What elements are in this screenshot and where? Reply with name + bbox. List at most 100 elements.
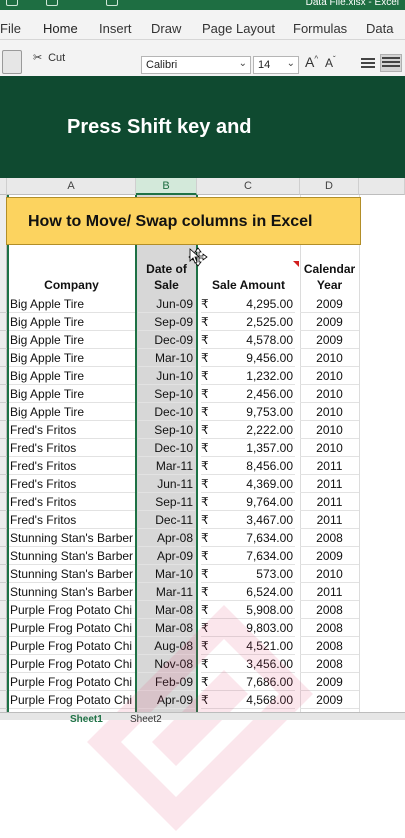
align-middle-icon[interactable] bbox=[380, 54, 402, 72]
cell-amount[interactable]: 4,295.00 bbox=[215, 295, 295, 313]
cell-currency[interactable]: ₹ bbox=[201, 475, 215, 493]
cell-company[interactable]: Big Apple Tire bbox=[9, 403, 135, 421]
font-size-select[interactable]: 14 ⌄ bbox=[253, 56, 299, 74]
cell-currency[interactable]: ₹ bbox=[201, 385, 215, 403]
cell-amount[interactable]: 3,467.00 bbox=[215, 511, 295, 529]
increase-font-size-icon[interactable]: A^ bbox=[305, 54, 318, 70]
tab-page-layout[interactable]: Page Layout bbox=[202, 21, 275, 36]
column-header-a[interactable]: A bbox=[7, 178, 136, 195]
row-header[interactable] bbox=[0, 457, 7, 475]
autosave-icon[interactable] bbox=[6, 0, 18, 6]
row-header[interactable] bbox=[0, 403, 7, 421]
cell-amount[interactable]: 7,634.00 bbox=[215, 529, 295, 547]
column-header-e[interactable] bbox=[359, 178, 405, 195]
cell-amount[interactable]: 2,525.00 bbox=[215, 313, 295, 331]
cell-year[interactable]: 2010 bbox=[300, 565, 359, 583]
cell-company[interactable]: Fred's Fritos bbox=[9, 475, 135, 493]
row-header[interactable] bbox=[0, 637, 7, 655]
column-header-d[interactable]: D bbox=[300, 178, 359, 195]
cell-year[interactable]: 2011 bbox=[300, 457, 359, 475]
cell-year[interactable]: 2011 bbox=[300, 493, 359, 511]
cell-amount[interactable]: 1,232.00 bbox=[215, 367, 295, 385]
cell-currency[interactable]: ₹ bbox=[201, 439, 215, 457]
cell-year[interactable]: 2010 bbox=[300, 349, 359, 367]
row-header[interactable] bbox=[0, 385, 7, 403]
cell-company[interactable]: Big Apple Tire bbox=[9, 367, 135, 385]
cell-year[interactable]: 2009 bbox=[300, 295, 359, 313]
cell-company[interactable]: Big Apple Tire bbox=[9, 295, 135, 313]
row-header[interactable] bbox=[0, 493, 7, 511]
row-header[interactable] bbox=[0, 475, 7, 493]
save-icon[interactable] bbox=[106, 0, 118, 6]
select-all-corner[interactable] bbox=[0, 178, 7, 195]
tab-insert[interactable]: Insert bbox=[99, 21, 132, 36]
paste-icon[interactable] bbox=[2, 50, 22, 74]
row-header[interactable] bbox=[0, 313, 7, 331]
row-header[interactable] bbox=[0, 619, 7, 637]
cell-currency[interactable]: ₹ bbox=[201, 403, 215, 421]
tab-home[interactable]: Home bbox=[43, 21, 78, 44]
cell-year[interactable]: 2009 bbox=[300, 331, 359, 349]
row-header[interactable] bbox=[0, 655, 7, 673]
tab-data[interactable]: Data bbox=[366, 21, 393, 36]
cell-amount[interactable]: 8,456.00 bbox=[215, 457, 295, 475]
column-header-c[interactable]: C bbox=[197, 178, 300, 195]
row-header[interactable] bbox=[0, 367, 7, 385]
cell-company[interactable]: Big Apple Tire bbox=[9, 349, 135, 367]
cell-amount[interactable]: 4,578.00 bbox=[215, 331, 295, 349]
cell-amount[interactable]: 9,753.00 bbox=[215, 403, 295, 421]
cell-amount[interactable]: 4,369.00 bbox=[215, 475, 295, 493]
cell-currency[interactable]: ₹ bbox=[201, 457, 215, 475]
cell-year[interactable]: 2011 bbox=[300, 475, 359, 493]
comment-indicator-icon[interactable] bbox=[293, 261, 299, 267]
header-year-line2[interactable]: Year bbox=[300, 277, 359, 293]
cut-button[interactable]: ✂ Cut bbox=[33, 51, 65, 64]
cell-year[interactable]: 2010 bbox=[300, 403, 359, 421]
row-header[interactable] bbox=[0, 529, 7, 547]
row-header[interactable] bbox=[0, 331, 7, 349]
cell-company[interactable]: Fred's Fritos bbox=[9, 457, 135, 475]
cell-year[interactable]: 2009 bbox=[300, 547, 359, 565]
row-header[interactable] bbox=[0, 601, 7, 619]
cell-currency[interactable]: ₹ bbox=[201, 349, 215, 367]
tab-formulas[interactable]: Formulas bbox=[293, 21, 347, 36]
cell-company[interactable]: Fred's Fritos bbox=[9, 421, 135, 439]
cell-amount[interactable]: 7,634.00 bbox=[215, 547, 295, 565]
cell-currency[interactable]: ₹ bbox=[201, 367, 215, 385]
row-header[interactable] bbox=[0, 583, 7, 601]
tab-draw[interactable]: Draw bbox=[151, 21, 181, 36]
cell-currency[interactable]: ₹ bbox=[201, 529, 215, 547]
cell-currency[interactable]: ₹ bbox=[201, 493, 215, 511]
cell-year[interactable]: 2009 bbox=[300, 313, 359, 331]
cell-company[interactable]: Fred's Fritos bbox=[9, 439, 135, 457]
cell-company[interactable]: Fred's Fritos bbox=[9, 511, 135, 529]
cell-amount[interactable]: 2,456.00 bbox=[215, 385, 295, 403]
cell-year[interactable]: 2010 bbox=[300, 385, 359, 403]
row-header[interactable] bbox=[0, 691, 7, 709]
cell-year[interactable]: 2011 bbox=[300, 511, 359, 529]
quick-access-toolbar[interactable] bbox=[6, 0, 126, 8]
cell-company[interactable]: Big Apple Tire bbox=[9, 313, 135, 331]
cell-currency[interactable]: ₹ bbox=[201, 565, 215, 583]
row-header[interactable] bbox=[0, 421, 7, 439]
cell-amount[interactable]: 2,222.00 bbox=[215, 421, 295, 439]
row-header[interactable] bbox=[0, 349, 7, 367]
cell-company[interactable]: Stunning Stan's Barber bbox=[9, 547, 135, 565]
cell-year[interactable]: 2010 bbox=[300, 367, 359, 385]
worksheet-grid[interactable]: A B C D Company Date of Sale Sale Amount… bbox=[0, 178, 405, 831]
cell-currency[interactable]: ₹ bbox=[201, 313, 215, 331]
header-company[interactable]: Company bbox=[7, 277, 136, 293]
undo-icon[interactable] bbox=[46, 0, 58, 6]
row-header[interactable] bbox=[0, 295, 7, 313]
row-header[interactable] bbox=[0, 565, 7, 583]
tab-file[interactable]: File bbox=[0, 21, 21, 36]
header-sale-amount[interactable]: Sale Amount bbox=[197, 277, 300, 293]
row-header[interactable] bbox=[0, 511, 7, 529]
cell-year[interactable]: 2008 bbox=[300, 529, 359, 547]
decrease-font-size-icon[interactable]: Aˇ bbox=[325, 55, 336, 70]
cell-company[interactable]: Stunning Stan's Barber bbox=[9, 529, 135, 547]
cell-company[interactable]: Big Apple Tire bbox=[9, 385, 135, 403]
align-top-icon[interactable] bbox=[360, 56, 376, 70]
cell-currency[interactable]: ₹ bbox=[201, 511, 215, 529]
cell-currency[interactable]: ₹ bbox=[201, 331, 215, 349]
